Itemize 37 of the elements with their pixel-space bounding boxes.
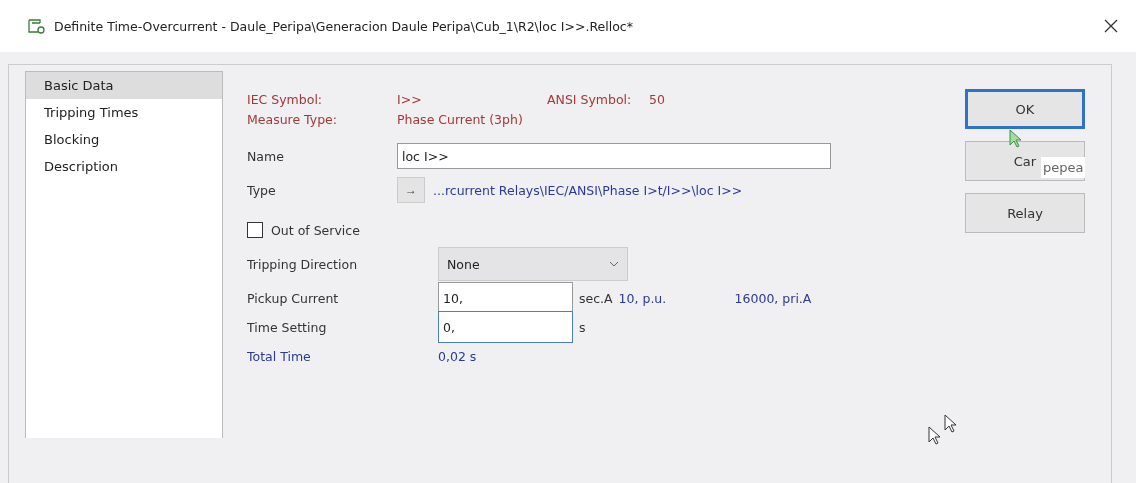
name-field[interactable]: loc I>> [397, 143, 831, 169]
pickup-current-label: Pickup Current [247, 290, 340, 306]
tooltip: pepea [1041, 157, 1086, 178]
sidebar-item[interactable]: Tripping Times [26, 99, 222, 126]
total-time-value: 0,02 s [438, 348, 477, 364]
time-unit-label: s [579, 319, 586, 335]
measure-type-label: Measure Type: [247, 111, 339, 127]
out-of-service-label: Out of Service [271, 222, 360, 238]
window-title: Definite Time-Overcurrent - Daule_Peripa\Generacion Daule Peripa\Cub_1\R2\loc I>>.Relloc* [54, 18, 634, 34]
iec-symbol-label: IEC Symbol: [247, 91, 324, 107]
pickup-primary-value: 16000, pri.A [734, 290, 812, 306]
time-setting-field[interactable]: 0, [438, 311, 573, 343]
type-arrow-button[interactable]: → [397, 177, 425, 203]
name-label: Name [247, 148, 285, 164]
type-path-link[interactable]: ...rcurrent Relays\IEC/ANSI\Phase I>t/I>>\loc I>> [433, 182, 743, 198]
type-label: Type [247, 182, 277, 198]
pickup-unit-label: sec.A [579, 290, 613, 306]
dialog-button[interactable]: Relay [965, 193, 1085, 233]
chevron-down-icon [609, 261, 619, 267]
cursor-icon [1009, 129, 1023, 149]
total-time-label: Total Time [247, 348, 312, 364]
tripping-direction-label: Tripping Direction [247, 256, 359, 272]
sidebar-item[interactable]: Blocking [26, 126, 222, 153]
sidebar-item[interactable]: Description [26, 153, 222, 180]
sidebar-item[interactable]: Basic Data [26, 72, 222, 99]
pickup-current-field[interactable]: 10, [438, 282, 573, 314]
pickup-pu-value: 10, p.u. [618, 290, 668, 306]
ansi-symbol-label: ANSI Symbol: [547, 91, 633, 107]
close-icon[interactable] [1104, 19, 1118, 33]
iec-symbol-value: I>> [397, 91, 423, 107]
window-icon [28, 18, 46, 34]
measure-type-value: Phase Current (3ph) [397, 111, 523, 127]
out-of-service-checkbox[interactable] [247, 222, 263, 238]
ansi-symbol-value: 50 [649, 91, 665, 107]
time-setting-label: Time Setting [247, 319, 328, 335]
tripping-direction-dropdown[interactable]: None [438, 247, 628, 281]
dialog-button[interactable]: OK [965, 89, 1085, 129]
